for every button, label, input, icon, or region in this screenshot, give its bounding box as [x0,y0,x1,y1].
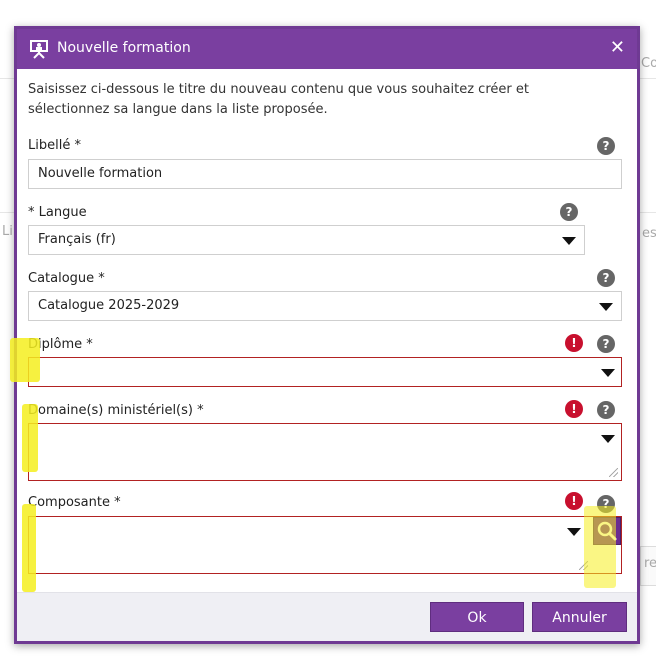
presentation-board-icon [30,40,48,59]
langue-select[interactable]: Français (fr) [28,225,585,255]
error-icon: ! [565,400,583,418]
chevron-down-icon [599,303,613,311]
resize-handle-icon[interactable] [609,468,618,477]
composante-label: Composante * [28,495,121,510]
highlight-marker [22,404,38,472]
close-icon[interactable]: ✕ [610,38,625,58]
background-text: es [642,226,656,241]
catalogue-value: Catalogue 2025-2029 [38,298,180,313]
chevron-down-icon [601,369,615,377]
catalogue-select[interactable]: Catalogue 2025-2029 [28,291,622,321]
catalogue-label: Catalogue * [28,271,105,286]
diplome-select[interactable] [28,357,622,387]
chevron-down-icon [567,528,581,536]
cancel-button[interactable]: Annuler [532,602,627,632]
chevron-down-icon [562,237,576,245]
libelle-input[interactable]: Nouvelle formation [28,159,622,189]
domaines-label: Domaine(s) ministériel(s) * [28,403,204,418]
composante-field[interactable] [28,516,622,574]
langue-value: Français (fr) [38,232,116,247]
dialog-instructions: Saisissez ci-dessous le titre du nouveau… [28,82,529,117]
highlight-marker [10,338,40,382]
help-icon[interactable]: ? [597,137,615,155]
help-icon[interactable]: ? [597,335,615,353]
help-icon[interactable]: ? [560,203,578,221]
error-icon: ! [565,334,583,352]
highlight-marker [22,504,36,592]
langue-label: * Langue [28,205,87,220]
libelle-label: Libellé * [28,138,81,153]
help-icon[interactable]: ? [597,401,615,419]
dialog-title: Nouvelle formation [57,40,191,56]
domaines-multiselect[interactable] [28,423,622,481]
libelle-value: Nouvelle formation [38,166,163,181]
background-text: re [644,556,656,571]
error-icon: ! [565,492,583,510]
help-icon[interactable]: ? [597,269,615,287]
background-text: Co [641,56,656,71]
chevron-down-icon [601,435,615,443]
new-training-dialog: Nouvelle formation ✕ Saisissez ci-dessou… [14,26,640,644]
dialog-footer: Ok Annuler [17,592,637,641]
highlight-marker [584,506,616,588]
ok-button[interactable]: Ok [430,602,524,632]
background-text: Li [2,224,13,239]
dialog-titlebar: Nouvelle formation ✕ [17,29,637,69]
